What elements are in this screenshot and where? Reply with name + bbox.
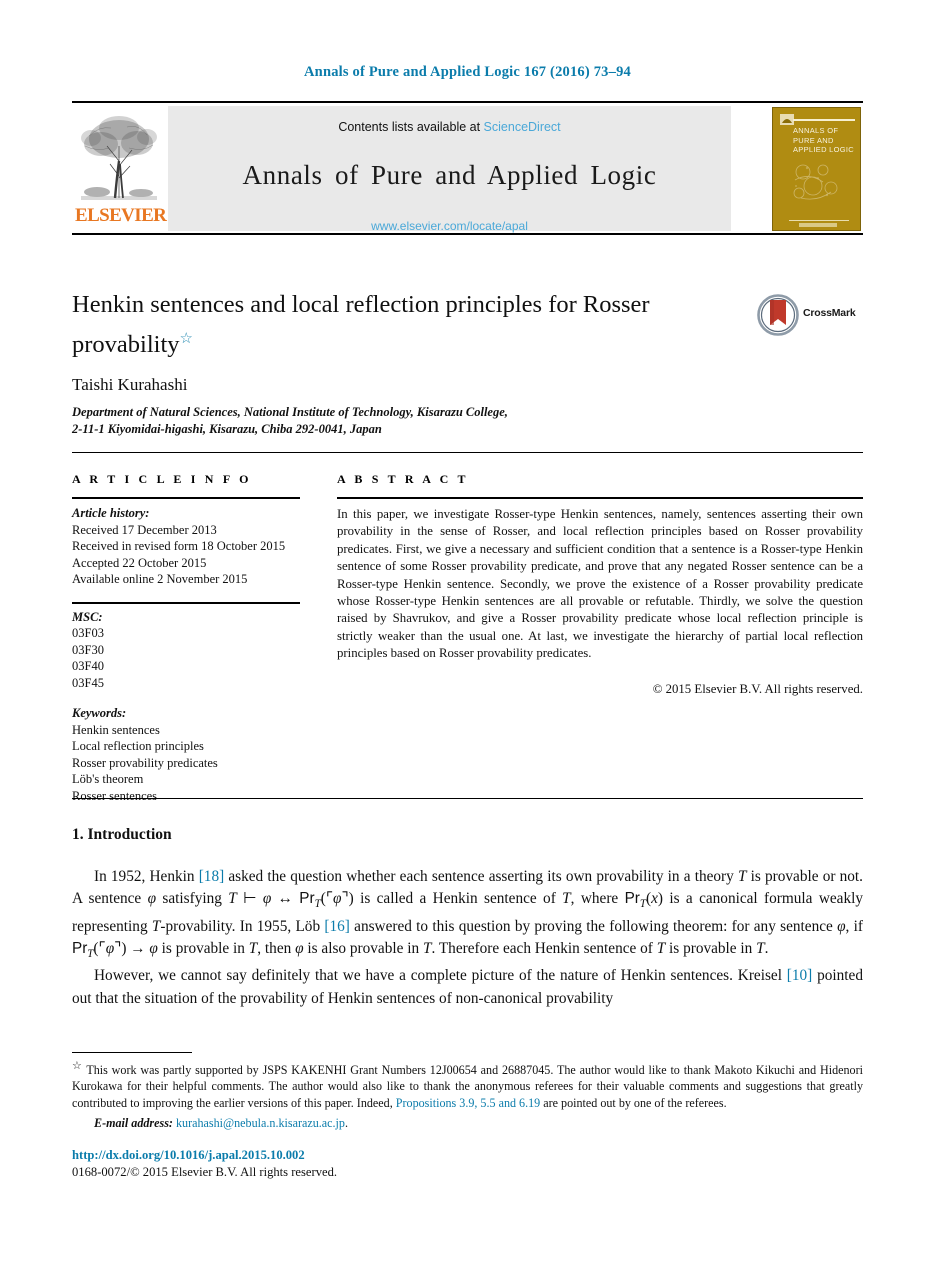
elsevier-tree-icon <box>81 116 157 200</box>
sciencedirect-link[interactable]: ScienceDirect <box>484 120 561 134</box>
issn-copyright-line: 0168-0072/© 2015 Elsevier B.V. All right… <box>72 1165 338 1179</box>
p1-seg-p: . <box>764 939 769 957</box>
contents-prefix-text: Contents lists available at <box>338 120 484 134</box>
abstract-column-divider <box>337 497 863 499</box>
p1-seg-e: is called a Henkin sentence of <box>353 890 563 908</box>
p1-seg-k: is provable in <box>157 939 249 957</box>
doi-link[interactable]: http://dx.doi.org/10.1016/j.apal.2015.10… <box>72 1148 305 1163</box>
p1-seg-h: -provability. In 1955, Löb <box>160 917 325 935</box>
history-item: Available online 2 November 2015 <box>72 572 248 586</box>
history-item: Accepted 22 October 2015 <box>72 555 207 570</box>
p1-seg-a: In 1952, Henkin <box>94 868 199 885</box>
journal-cover-thumbnail[interactable]: ANNALS OF PURE AND APPLIED LOGIC <box>772 107 861 231</box>
article-history-label: Article history: <box>72 506 150 520</box>
msc-code: 03F30 <box>72 642 104 657</box>
email-address-label: E-mail address: <box>94 1116 173 1130</box>
footnote-divider <box>72 1052 192 1054</box>
journal-title: Annals of Pure and Applied Logic <box>242 160 657 190</box>
keyword-item: Henkin sentences <box>72 722 160 737</box>
info-bottom-divider <box>72 798 863 799</box>
body-content: In 1952, Henkin [18] asked the question … <box>72 866 863 1010</box>
msc-divider <box>72 601 300 604</box>
article-first-page: Annals of Pure and Applied Logic 167 (20… <box>0 0 935 1266</box>
keyword-item: Löb's theorem <box>72 772 144 786</box>
keyword-item: Rosser sentences <box>72 788 158 803</box>
article-title: Henkin sentences and local reflection pr… <box>72 288 732 362</box>
cover-artwork <box>793 164 838 200</box>
footnote-email: E-mail address: kurahashi@nebula.n.kisar… <box>72 1116 863 1131</box>
p1-seg-n: . Therefore each Henkin sentence of <box>431 939 657 957</box>
crossmark-label: CrossMark <box>803 307 856 319</box>
info-top-divider <box>72 452 863 453</box>
citation-ref-10[interactable]: [10] <box>787 967 813 984</box>
email-period: . <box>344 1116 348 1130</box>
article-info-heading: A R T I C L E I N F O <box>72 472 252 486</box>
msc-block: MSC: 03F03 03F30 03F40 03F45 <box>72 609 304 692</box>
p1-seg-f: , where <box>570 890 625 908</box>
msc-code: 03F40 <box>72 659 104 673</box>
keyword-item: Rosser provability predicates <box>72 755 218 770</box>
cover-journal-title: ANNALS OF PURE AND APPLIED LOGIC <box>793 126 855 154</box>
section-heading-introduction: 1. Introduction <box>72 826 172 843</box>
abstract-copyright: © 2015 Elsevier B.V. All rights reserved… <box>652 682 863 696</box>
p1-seg-b: asked the question whether each sentence… <box>224 868 738 885</box>
citation-ref-16[interactable]: [16] <box>324 918 350 935</box>
msc-label: MSC: <box>72 609 103 624</box>
keywords-label: Keywords: <box>72 706 127 720</box>
paragraph-2: However, we cannot say definitely that w… <box>72 965 863 1010</box>
author-name: Taishi Kurahashi <box>72 375 188 394</box>
title-footnote-marker[interactable]: ☆ <box>180 331 193 347</box>
crossmark-badge[interactable]: CrossMark <box>757 294 857 336</box>
p1-seg-m: is also provable in <box>303 939 423 957</box>
article-history-block: Article history: Received 17 December 20… <box>72 505 304 588</box>
journal-homepage-url[interactable]: www.elsevier.com/locate/apal <box>168 219 731 233</box>
p1-seg-o: is provable in <box>665 939 757 957</box>
journal-masthead: ELSEVIER Contents lists available at Sci… <box>72 101 863 235</box>
cover-elsevier-icon <box>780 114 794 125</box>
elsevier-wordmark: ELSEVIER <box>75 205 167 226</box>
article-title-text: Henkin sentences and local reflection pr… <box>72 291 650 359</box>
footnote-text-b: are pointed out by one of the referees. <box>540 1095 727 1110</box>
abstract-heading: A B S T R A C T <box>337 472 469 486</box>
keywords-block: Keywords: Henkin sentences Local reflect… <box>72 705 304 804</box>
keyword-item: Local reflection principles <box>72 739 204 753</box>
p2-seg-a: However, we cannot say definitely that w… <box>94 967 787 985</box>
affiliation-line-2: 2-11-1 Kiyomidai-higashi, Kisarazu, Chib… <box>72 422 382 436</box>
p1-seg-l: , then <box>257 939 296 957</box>
p1-seg-d: satisfying <box>156 890 229 908</box>
p1-seg-i: answered to this question by proving the… <box>349 917 838 935</box>
author-affiliation: Department of Natural Sciences, National… <box>72 404 772 438</box>
title-block: Henkin sentences and local reflection pr… <box>72 288 732 362</box>
contents-list-line: Contents lists available at ScienceDirec… <box>168 120 731 134</box>
affiliation-line-1: Department of Natural Sciences, National… <box>72 405 508 419</box>
history-item: Received in revised form 18 October 2015 <box>72 539 286 553</box>
propositions-link[interactable]: Propositions 3.9, 5.5 and 6.19 <box>396 1096 540 1110</box>
footnote-marker: ☆ <box>72 1060 83 1072</box>
paragraph-1: In 1952, Henkin [18] asked the question … <box>72 868 863 960</box>
info-column-divider <box>72 497 300 499</box>
abstract-text: In this paper, we investigate Rosser-typ… <box>337 507 863 661</box>
email-address-link[interactable]: kurahashi@nebula.n.kisarazu.ac.jp <box>176 1116 345 1130</box>
elsevier-logo: ELSEVIER <box>75 106 167 230</box>
p1-seg-j: , if <box>845 917 863 935</box>
running-head: Annals of Pure and Applied Logic 167 (20… <box>304 64 631 80</box>
msc-code: 03F03 <box>72 626 104 640</box>
footnote-funding: ☆ This work was partly supported by JSPS… <box>72 1058 863 1111</box>
journal-banner: Contents lists available at ScienceDirec… <box>168 106 731 233</box>
crossmark-icon <box>757 294 799 336</box>
article-info-column: Article history: Received 17 December 20… <box>72 505 304 804</box>
msc-code: 03F45 <box>72 675 104 690</box>
citation-ref-18[interactable]: [18] <box>199 868 225 885</box>
history-item: Received 17 December 2013 <box>72 522 217 537</box>
